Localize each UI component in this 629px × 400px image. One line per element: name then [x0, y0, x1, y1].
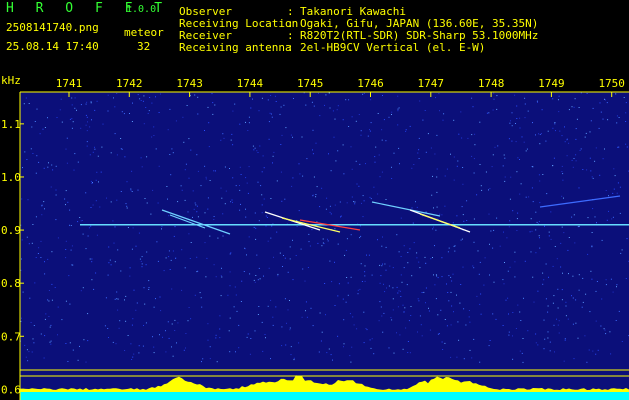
x-tick-label: 1748	[478, 77, 505, 90]
x-tick-label: 1743	[176, 77, 203, 90]
x-tick-label: 1746	[357, 77, 384, 90]
y-axis-label: kHz	[1, 74, 21, 87]
x-tick-label: 1750	[598, 77, 625, 90]
x-tick-label: 1741	[56, 77, 83, 90]
y-tick-label: 1.0	[1, 171, 21, 184]
x-ticks: 1741 1742 1743 1744 1745 1746 1747 1748 1749 1750	[56, 77, 625, 97]
y-tick-label: 0.6	[1, 383, 21, 396]
axes: kHz 1741 1742 1743 1744 1745 1746 1747 1748 1749…	[1, 74, 629, 400]
x-tick-label: 1749	[538, 77, 565, 90]
x-tick-label: 1745	[297, 77, 324, 90]
y-tick-label: 0.7	[1, 330, 21, 343]
x-tick-label: 1744	[237, 77, 264, 90]
x-tick-label: 1742	[116, 77, 143, 90]
x-tick-label: 1747	[418, 77, 445, 90]
y-tick-label: 0.8	[1, 277, 21, 290]
y-ticks: 1.1 1.0 0.9 0.8 0.7 0.6	[1, 118, 24, 396]
y-tick-label: 1.1	[1, 118, 21, 131]
y-tick-label: 0.9	[1, 224, 21, 237]
